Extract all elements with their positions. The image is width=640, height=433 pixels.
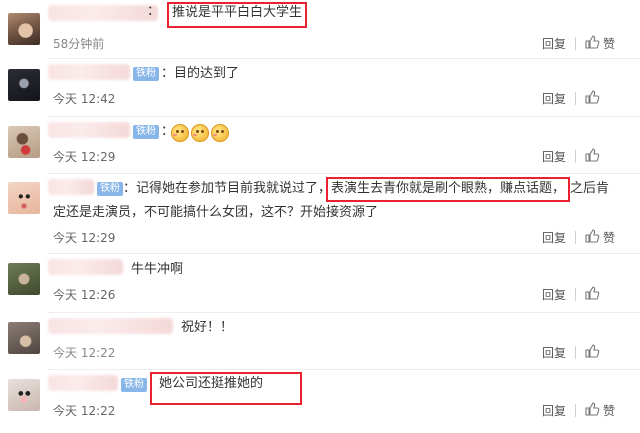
username-blurred[interactable]	[48, 375, 118, 391]
timestamp: 今天 12:22	[53, 346, 116, 360]
thumbs-up-icon[interactable]	[584, 343, 600, 359]
comment-item: 铁粉 ： 今天 12:29 回复	[0, 117, 640, 172]
highlight-box	[150, 372, 302, 405]
fan-badge: 铁粉	[97, 182, 123, 196]
reply-button[interactable]: 回复	[542, 229, 566, 246]
thumbs-up-icon[interactable]	[584, 89, 600, 105]
separator	[575, 288, 576, 301]
comment-text: ：目的达到了	[161, 66, 240, 81]
highlight-box	[326, 177, 570, 202]
timestamp: 今天 12:26	[53, 288, 116, 302]
avatar[interactable]	[8, 13, 40, 45]
reply-button[interactable]: 回复	[542, 90, 566, 107]
username-blurred[interactable]	[48, 179, 94, 195]
reply-button[interactable]: 回复	[542, 402, 566, 419]
comment-item: 铁粉 ：记得她在参加节目前我就说过了， 表演生去青你就是刷个眼熟，赚点话题， 之…	[0, 174, 640, 252]
timestamp: 今天 12:29	[53, 150, 116, 164]
avatar[interactable]	[8, 379, 40, 411]
emoji-icon	[211, 124, 229, 142]
comment-item: 铁粉 她公司还挺推她的 今天 12:22 回复 赞	[0, 370, 640, 430]
username-blurred[interactable]	[48, 5, 158, 21]
username-blurred[interactable]	[48, 122, 130, 138]
separator	[575, 346, 576, 359]
username-blurred[interactable]	[48, 318, 173, 334]
separator	[575, 231, 576, 244]
thumbs-up-icon[interactable]	[584, 147, 600, 163]
thumbs-up-icon[interactable]	[584, 401, 600, 417]
reply-button[interactable]: 回复	[542, 35, 566, 52]
like-label[interactable]: 赞	[603, 229, 615, 246]
avatar[interactable]	[8, 69, 40, 101]
emoji-icon	[191, 124, 209, 142]
fan-badge: 铁粉	[121, 378, 147, 392]
timestamp: 今天 12:22	[53, 404, 116, 418]
separator	[575, 150, 576, 163]
reply-button[interactable]: 回复	[542, 286, 566, 303]
comment-text-line2: 定还是走演员，不可能搞什么女团，这不？开始接资源了	[53, 205, 379, 220]
highlight-box	[167, 2, 307, 28]
fan-badge: 铁粉	[133, 125, 159, 139]
timestamp: 今天 12:42	[53, 92, 116, 106]
like-label[interactable]: 赞	[603, 35, 615, 52]
comment-item: 铁粉 ：目的达到了 今天 12:42 回复	[0, 59, 640, 114]
separator	[575, 92, 576, 105]
comment-item: 祝好！！ 今天 12:22 回复	[0, 313, 640, 368]
thumbs-up-icon[interactable]	[584, 34, 600, 50]
avatar[interactable]	[8, 126, 40, 158]
comment-item: ： 推说是平平白白大学生 58分钟前 回复 赞	[0, 0, 640, 55]
reply-button[interactable]: 回复	[542, 148, 566, 165]
comment-item: 牛牛冲啊 今天 12:26 回复	[0, 254, 640, 309]
comment-text-part: ：记得她在参加节目前我就说过了，	[123, 181, 332, 196]
thumbs-up-icon[interactable]	[584, 285, 600, 301]
avatar[interactable]	[8, 263, 40, 295]
fan-badge: 铁粉	[133, 67, 159, 81]
timestamp: 58分钟前	[53, 37, 105, 51]
comment-colon: ：	[147, 4, 161, 19]
comment-text: 祝好！！	[181, 320, 234, 335]
username-blurred[interactable]	[48, 64, 130, 80]
reply-button[interactable]: 回复	[542, 344, 566, 361]
avatar[interactable]	[8, 182, 40, 214]
separator	[575, 404, 576, 417]
emoji-icon	[171, 124, 189, 142]
avatar[interactable]	[8, 322, 40, 354]
comment-text: 牛牛冲啊	[131, 262, 184, 277]
username-blurred[interactable]	[48, 259, 123, 275]
comment-text-part: 之后肯	[570, 181, 610, 196]
thumbs-up-icon[interactable]	[584, 228, 600, 244]
timestamp: 今天 12:29	[53, 231, 116, 245]
separator	[575, 37, 576, 50]
like-label[interactable]: 赞	[603, 402, 615, 419]
